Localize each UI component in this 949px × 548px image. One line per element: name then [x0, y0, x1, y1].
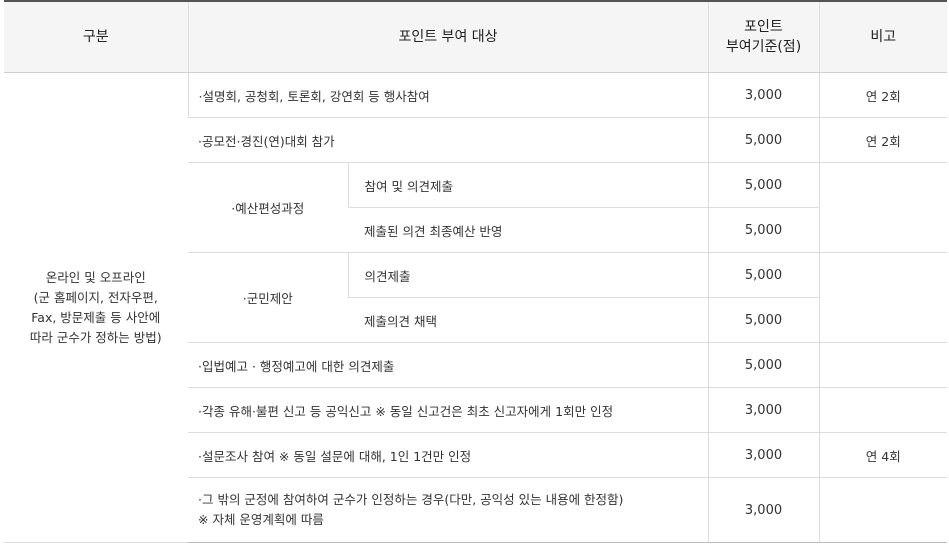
group-cell-proposal: ·군민제안	[188, 252, 348, 343]
note-cell: 연 2회	[818, 117, 947, 163]
group-cell-budget: ·예산편성과정	[188, 162, 348, 253]
category-line: 따라 군수가 정하는 방법)	[29, 329, 162, 345]
header-points-line2: 부여기준(점)	[725, 39, 802, 55]
note-cell-empty	[818, 477, 947, 543]
note-cell: 연 4회	[818, 432, 947, 478]
points-cell: 5,000	[707, 207, 819, 253]
header-note: 비고	[818, 0, 947, 73]
note-cell-empty	[818, 162, 947, 253]
points-cell: 5,000	[707, 162, 819, 208]
note-cell-empty	[818, 252, 947, 343]
points-cell: 5,000	[707, 252, 819, 298]
header-category: 구분	[4, 0, 188, 73]
category-line: (군 홈페이지, 전자우편,	[33, 289, 158, 305]
header-row: 구분 포인트 부여 대상 포인트 부여기준(점) 비고	[4, 0, 947, 73]
note-cell-empty	[818, 387, 947, 433]
header-points: 포인트 부여기준(점)	[707, 0, 819, 73]
target-cell: ·공모전·경진(연)대회 참가	[188, 117, 708, 163]
note-cell-empty	[818, 342, 947, 388]
target-line: ·그 밖의 군정에 참여하여 군수가 인정하는 경우(다만, 공익성 있는 내용…	[198, 492, 624, 507]
target-cell: 의견제출	[347, 252, 708, 298]
target-line: ※ 자체 운영계획에 따름	[198, 512, 324, 527]
points-cell: 3,000	[707, 477, 819, 543]
points-cell: 3,000	[707, 432, 819, 478]
table-row: 온라인 및 오프라인 (군 홈페이지, 전자우편, Fax, 방문제출 등 사안…	[4, 72, 947, 543]
target-cell: 제출된 의견 최종예산 반영	[348, 207, 708, 253]
points-cell: 5,000	[707, 342, 819, 388]
target-cell: 참여 및 의견제출	[347, 162, 708, 208]
target-cell: ·설명회, 공청회, 토론회, 강연회 등 행사참여	[187, 72, 708, 118]
category-cell: 온라인 및 오프라인 (군 홈페이지, 전자우편, Fax, 방문제출 등 사안…	[4, 72, 188, 543]
note-cell: 연 2회	[818, 72, 947, 118]
header-target: 포인트 부여 대상	[187, 0, 708, 73]
points-cell: 5,000	[707, 117, 819, 163]
category-line: Fax, 방문제출 등 사안에	[31, 309, 161, 325]
points-table: 구분 포인트 부여 대상 포인트 부여기준(점) 비고 온라인 및 오프라인 (…	[4, 0, 947, 543]
target-cell: ·각종 유해·불편 신고 등 공익신고 ※ 동일 신고건은 최초 신고자에게 1…	[188, 387, 708, 433]
category-line: 온라인 및 오프라인	[45, 269, 146, 285]
points-cell: 3,000	[707, 72, 819, 118]
points-cell: 5,000	[707, 297, 819, 343]
target-cell: ·입법예고 · 행정예고에 대한 의견제출	[188, 342, 708, 388]
header-points-line1: 포인트	[744, 19, 783, 35]
target-cell: ·설문조사 참여 ※ 동일 설문에 대해, 1인 1건만 인정	[188, 432, 708, 478]
target-cell: 제출의견 채택	[348, 297, 708, 343]
points-cell: 3,000	[707, 387, 819, 433]
target-cell: ·그 밖의 군정에 참여하여 군수가 인정하는 경우(다만, 공익성 있는 내용…	[188, 477, 708, 543]
